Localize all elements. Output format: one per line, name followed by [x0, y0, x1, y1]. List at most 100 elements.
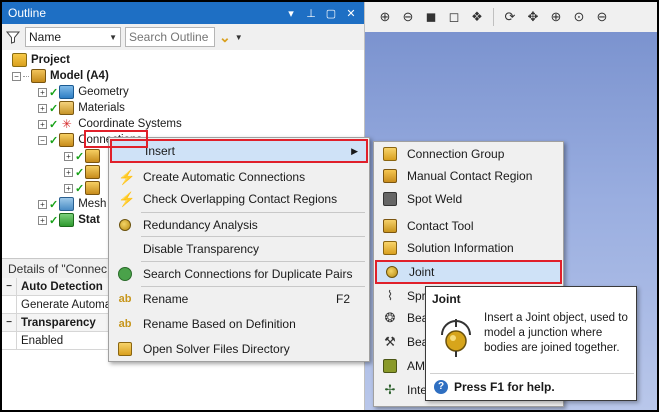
- close-icon[interactable]: ✕: [344, 6, 358, 20]
- spring-icon: ⌇: [386, 288, 394, 303]
- menu-item-label: Create Automatic Connections: [143, 170, 306, 184]
- dropdown-icon[interactable]: ▾: [284, 6, 298, 20]
- tree-item-label: Stat: [78, 214, 100, 226]
- submenu-item-solution-information[interactable]: Solution Information: [375, 237, 562, 259]
- tree-item-model[interactable]: − Model (A4): [12, 68, 109, 84]
- menu-item-search-duplicate-pairs[interactable]: Search Connections for Duplicate Pairs: [110, 262, 368, 286]
- pan-icon[interactable]: ✥: [523, 7, 543, 27]
- menu-item-redundancy-analysis[interactable]: Redundancy Analysis: [110, 213, 368, 237]
- expand-icon[interactable]: +: [38, 215, 47, 225]
- materials-icon: [59, 101, 75, 115]
- zoom-box-icon[interactable]: ⊕: [546, 7, 566, 27]
- joint-tooltip: Joint Insert a Joint object, used to mod…: [425, 286, 637, 401]
- submenu-item-connection-group[interactable]: Connection Group: [375, 143, 562, 165]
- submenu-item-spot-weld[interactable]: Spot Weld: [375, 188, 562, 210]
- filter-icon[interactable]: [5, 29, 21, 45]
- collapse-icon[interactable]: −: [38, 135, 47, 145]
- search-connections-icon: [118, 267, 132, 281]
- beam-icon: ⚒: [384, 334, 396, 349]
- submenu-arrow-icon: ▶: [351, 145, 358, 156]
- dropdown-arrow-icon[interactable]: ▼: [235, 33, 243, 42]
- menu-item-label: Rename Based on Definition: [143, 317, 296, 331]
- menu-item-check-overlapping[interactable]: ⚡ Check Overlapping Contact Regions: [110, 187, 368, 211]
- details-title: Details of "Connec: [8, 261, 107, 276]
- menu-shortcut: F2: [335, 292, 350, 306]
- toolbar-separator: [493, 8, 494, 26]
- interface-icon: ✢: [384, 382, 396, 397]
- search-outline-input[interactable]: [125, 27, 215, 47]
- submenu-item-label: Solution Information: [407, 241, 514, 255]
- menu-item-label: Redundancy Analysis: [143, 218, 258, 232]
- zoom-area-icon[interactable]: ⊖: [592, 7, 612, 27]
- menu-item-create-automatic-connections[interactable]: ⚡ Create Automatic Connections: [110, 165, 368, 189]
- tree-item-static[interactable]: + ✓ Stat: [38, 212, 100, 228]
- submenu-item-contact-tool[interactable]: Contact Tool: [375, 215, 562, 237]
- collapse-icon[interactable]: −: [2, 281, 16, 292]
- geometry-icon: [59, 85, 75, 99]
- maximize-icon[interactable]: ▢: [324, 6, 338, 20]
- graphics-toolbar: ⊕ ⊖ ◼ ◻ ❖ ⟳ ✥ ⊕ ⊙ ⊖: [364, 2, 657, 32]
- project-icon: [12, 53, 27, 67]
- connections-highlight-box: [84, 130, 148, 148]
- zoom-fit-icon[interactable]: ⊙: [569, 7, 589, 27]
- filter-name-select[interactable]: Name ▼: [25, 27, 121, 47]
- zoom-in-icon[interactable]: ⊕: [375, 7, 395, 27]
- tree-item-label: Geometry: [78, 86, 129, 98]
- check-icon: ✓: [75, 166, 85, 179]
- cube-wire-icon[interactable]: ◻: [444, 7, 464, 27]
- folder-icon: [118, 342, 132, 356]
- lightning-icon: ⚡: [118, 169, 136, 185]
- submenu-item-label: Contact Tool: [407, 219, 474, 233]
- bearing-icon: ❂: [384, 310, 396, 325]
- tree-item-contact-child[interactable]: + ✓: [64, 180, 104, 196]
- cube-multi-icon[interactable]: ❖: [467, 7, 487, 27]
- tooltip-separator: [430, 373, 634, 374]
- tree-item-label: Project: [31, 54, 70, 66]
- expand-icon[interactable]: +: [38, 103, 47, 113]
- menu-item-rename[interactable]: ab Rename F2: [110, 287, 368, 311]
- expand-chevron-icon[interactable]: ⌄: [219, 29, 231, 46]
- tree-item-contact-child[interactable]: + ✓: [64, 164, 104, 180]
- expand-icon[interactable]: +: [38, 199, 47, 209]
- cube-icon[interactable]: ◼: [421, 7, 441, 27]
- mesh-icon: [59, 197, 75, 211]
- coordinate-axes-icon: ✳: [61, 117, 72, 131]
- contact-icon: [85, 149, 101, 163]
- zoom-out-icon[interactable]: ⊖: [398, 7, 418, 27]
- expand-icon[interactable]: +: [38, 119, 47, 129]
- outline-filter-bar: Name ▼ ⌄ ▼: [2, 24, 364, 50]
- menu-item-label: Insert: [145, 144, 176, 158]
- check-icon: ✓: [75, 150, 85, 163]
- menu-item-label: Open Solver Files Directory: [143, 342, 290, 356]
- tree-item-project[interactable]: Project: [12, 52, 70, 68]
- tree-item-contact-child[interactable]: + ✓: [64, 148, 104, 164]
- menu-item-label: Check Overlapping Contact Regions: [143, 192, 338, 206]
- expand-icon[interactable]: +: [64, 167, 73, 177]
- menu-item-rename-based-on-definition[interactable]: ab Rename Based on Definition: [110, 312, 368, 336]
- context-menu: Insert ▶ ⚡ Create Automatic Connections …: [108, 137, 370, 362]
- submenu-item-joint[interactable]: Joint: [375, 260, 562, 284]
- collapse-icon[interactable]: −: [2, 317, 16, 328]
- tree-item-mesh[interactable]: + ✓ Mesh: [38, 196, 106, 212]
- tree-item-label: Mesh: [78, 198, 107, 210]
- menu-item-label: Disable Transparency: [143, 242, 260, 256]
- submenu-item-label: Manual Contact Region: [407, 169, 533, 183]
- pin-icon[interactable]: ⊥: [304, 6, 318, 20]
- menu-item-insert[interactable]: Insert ▶: [110, 139, 368, 163]
- menu-item-disable-transparency[interactable]: Disable Transparency: [110, 237, 368, 261]
- static-structural-icon: [59, 213, 75, 227]
- tooltip-help-text: Press F1 for help.: [454, 380, 555, 394]
- submenu-item-manual-contact-region[interactable]: Manual Contact Region: [375, 165, 562, 187]
- expand-icon[interactable]: +: [64, 183, 73, 193]
- tree-item-label: Coordinate Systems: [78, 118, 182, 130]
- tree-item-materials[interactable]: + ✓ Materials: [38, 100, 125, 116]
- rename-icon: ab: [118, 293, 132, 305]
- tree-item-geometry[interactable]: + ✓ Geometry: [38, 84, 129, 100]
- menu-item-open-solver-files[interactable]: Open Solver Files Directory: [110, 337, 368, 361]
- connections-icon: [59, 133, 75, 147]
- am-support-icon: [383, 359, 397, 373]
- expand-icon[interactable]: +: [38, 87, 47, 97]
- rotate-icon[interactable]: ⟳: [500, 7, 520, 27]
- expand-icon[interactable]: +: [64, 151, 73, 161]
- collapse-icon[interactable]: −: [12, 71, 21, 81]
